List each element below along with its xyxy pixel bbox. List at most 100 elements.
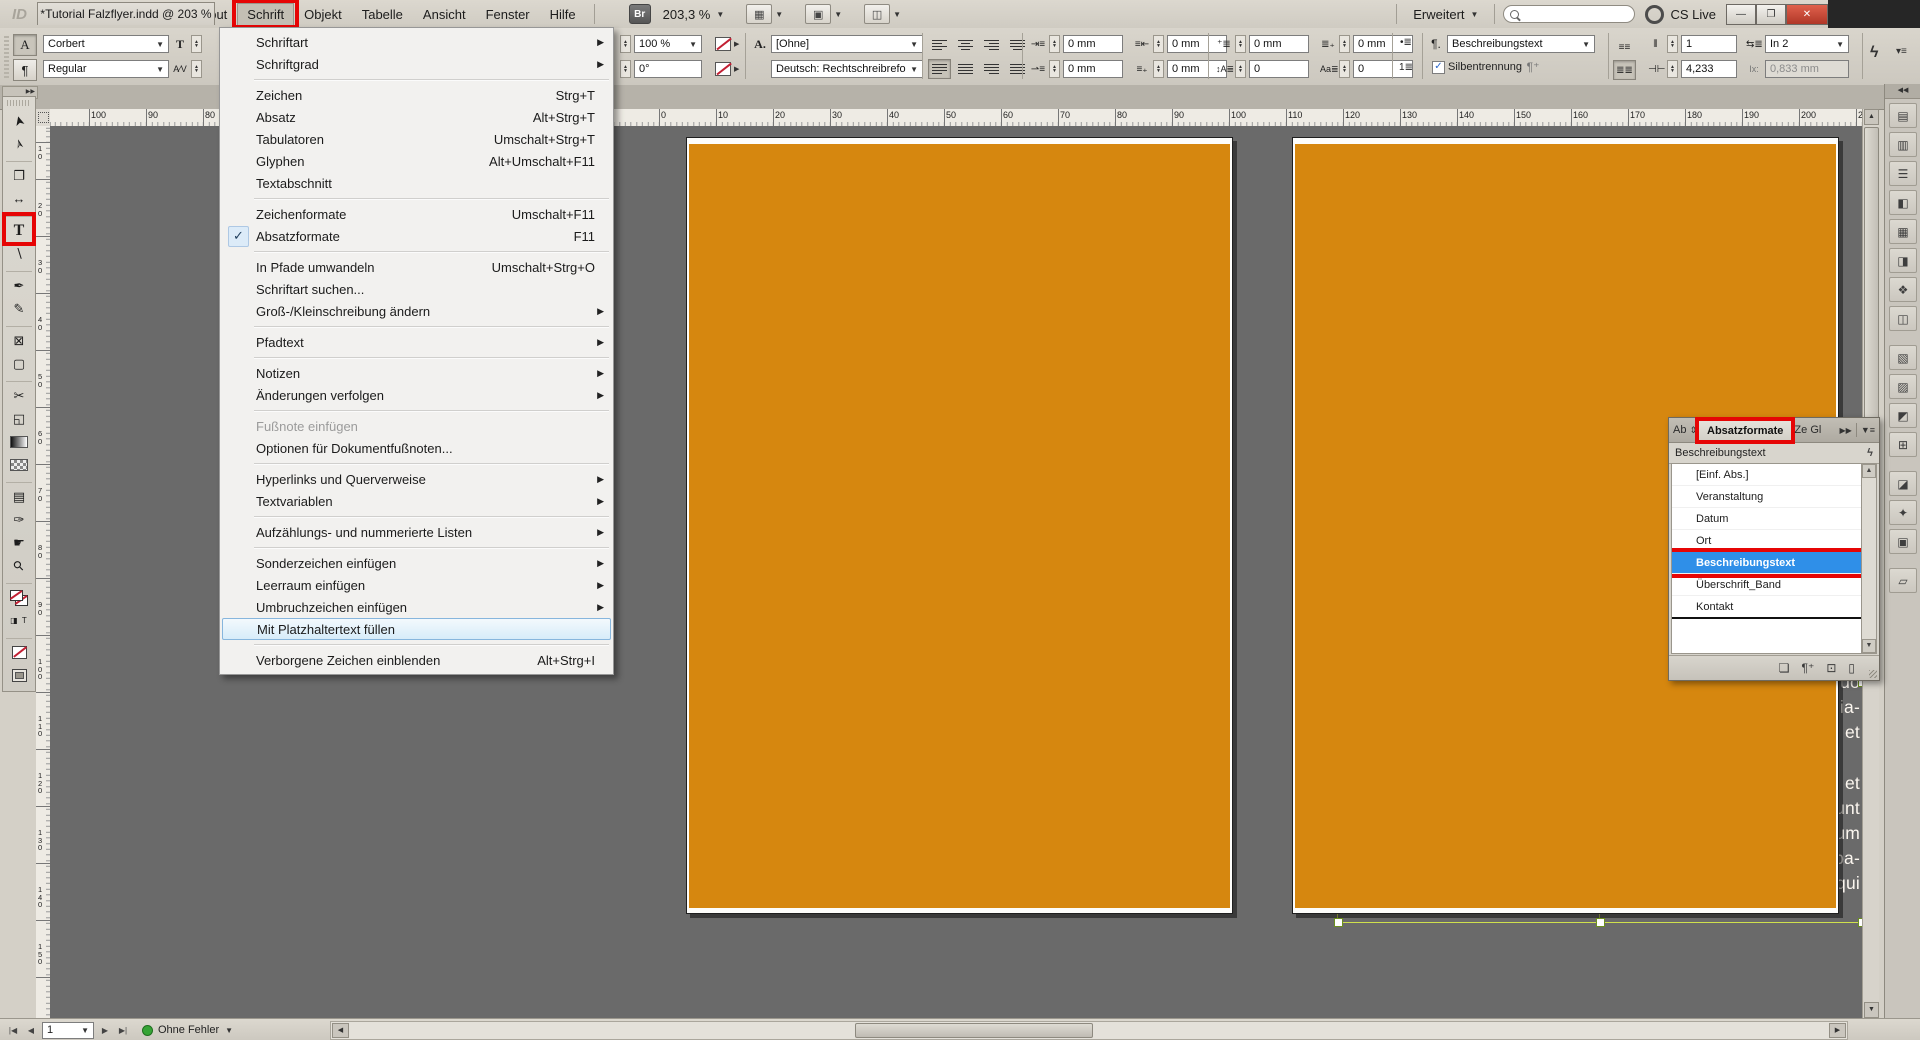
menubar-item-schrift[interactable]: Schrift xyxy=(237,3,294,26)
space-before-stepper[interactable]: ▲▼ xyxy=(1235,35,1246,53)
dropcap-chars-stepper[interactable]: ▲▼ xyxy=(1339,60,1350,78)
menu-item[interactable]: Aufzählungs- und nummerierte Listen▶ xyxy=(222,521,611,543)
zoom-level-dropdown[interactable]: 203,3 % ▼ xyxy=(663,7,725,22)
panel-grip[interactable] xyxy=(4,34,9,78)
gap-tool[interactable]: ↔ xyxy=(6,187,32,210)
indent-left-field[interactable]: 0 mm xyxy=(1063,35,1123,53)
menu-item[interactable]: Textabschnitt xyxy=(222,172,611,194)
flyout-arrow-icon[interactable]: ▶ xyxy=(734,40,739,48)
last-page-button[interactable]: ▶| xyxy=(114,1021,132,1039)
align-center-button[interactable] xyxy=(954,35,977,55)
expand-dock-icon[interactable]: ◀◀ xyxy=(1885,84,1920,99)
menu-item[interactable]: Sonderzeichen einfügen▶ xyxy=(222,552,611,574)
span-columns-select[interactable]: In 2 ▼ xyxy=(1765,35,1849,53)
scroll-up-icon[interactable]: ▲ xyxy=(1862,464,1876,478)
next-page-button[interactable]: ▶ xyxy=(96,1021,114,1039)
frame-handle[interactable] xyxy=(1596,918,1605,927)
zoom-tool[interactable]: ⚲ xyxy=(6,554,32,577)
resize-grip[interactable] xyxy=(1869,670,1877,678)
paragraph-style-select[interactable]: Beschreibungstext ▼ xyxy=(1447,35,1595,53)
restore-button[interactable]: ❐ xyxy=(1756,4,1786,25)
delete-style-icon[interactable]: ▯ xyxy=(1848,661,1855,675)
close-button[interactable]: ✕ xyxy=(1786,4,1828,25)
type-tool[interactable]: T xyxy=(6,216,32,242)
menu-item[interactable]: Notizen▶ xyxy=(222,362,611,384)
apply-none-button[interactable] xyxy=(6,638,32,664)
page-number-field[interactable]: 1 ▼ xyxy=(42,1022,94,1039)
vertical-scale-field[interactable]: 100 % ▼ xyxy=(634,35,702,53)
frame-handle[interactable] xyxy=(1334,918,1343,927)
bullet-list-button[interactable]: •≣ xyxy=(1398,37,1414,48)
formatting-affects-toggle[interactable]: ◨ T xyxy=(6,609,32,632)
language-select[interactable]: Deutsch: Rechtschreibreform ▼ xyxy=(771,60,923,78)
skew-field[interactable]: 0° xyxy=(634,60,702,78)
clear-overrides-icon[interactable]: ¶⁺ xyxy=(1802,661,1815,675)
ruler-origin[interactable] xyxy=(36,109,51,127)
columns-stepper[interactable]: ▲▼ xyxy=(1667,35,1678,53)
font-style-select[interactable]: Regular ▼ xyxy=(43,60,169,78)
quick-apply-icon[interactable]: ϟ xyxy=(1870,44,1878,62)
hand-tool[interactable]: ☛ xyxy=(6,531,32,554)
numbered-list-button[interactable]: 1≣ xyxy=(1398,62,1414,73)
scroll-right-icon[interactable]: ▶ xyxy=(1829,1023,1846,1038)
menu-item[interactable]: Schriftgrad▶ xyxy=(222,53,611,75)
panel-tabs-partial-right[interactable]: Ze Gl xyxy=(1792,424,1823,436)
menu-item[interactable]: Mit Platzhaltertext füllen xyxy=(222,618,611,640)
paragraph-formatting-button[interactable]: ¶ xyxy=(13,59,37,81)
first-page-button[interactable]: |◀ xyxy=(4,1021,22,1039)
panel-menu-icon[interactable]: ▾≡ xyxy=(1896,46,1907,57)
indent-right-stepper[interactable]: ▲▼ xyxy=(1153,35,1164,53)
dock-icon-object-styles[interactable]: ◫ xyxy=(1889,306,1917,331)
arrange-documents-dropdown[interactable]: ◫ ▼ xyxy=(864,4,901,24)
panel-tab-partial[interactable]: Ab xyxy=(1671,424,1688,436)
menu-item[interactable]: Schriftart suchen... xyxy=(222,278,611,300)
character-formatting-button[interactable]: A xyxy=(13,34,37,56)
dock-icon-gradient[interactable]: ◨ xyxy=(1889,248,1917,273)
vertical-scroll-thumb[interactable] xyxy=(1864,127,1879,459)
menu-item[interactable]: Optionen für Dokumentfußnoten... xyxy=(222,437,611,459)
dock-icon-info[interactable]: ▱ xyxy=(1889,568,1917,593)
space-after-stepper[interactable]: ▲▼ xyxy=(1339,35,1350,53)
screen-mode-button[interactable] xyxy=(6,664,32,687)
note-tool[interactable]: ▤ xyxy=(6,482,32,508)
menu-item[interactable]: TabulatorenUmschalt+Strg+T xyxy=(222,128,611,150)
space-before-field[interactable]: 0 mm xyxy=(1249,35,1309,53)
dock-icon-pages[interactable]: ▤ xyxy=(1889,103,1917,128)
gutter-field[interactable]: 4,233 xyxy=(1681,60,1737,78)
hyphenate-checkbox[interactable]: ✓ xyxy=(1432,61,1445,74)
dock-icon-pathfinder[interactable]: ▣ xyxy=(1889,529,1917,554)
menu-item[interactable]: AbsatzAlt+Strg+T xyxy=(222,106,611,128)
search-input[interactable] xyxy=(1503,5,1635,23)
bridge-button[interactable]: Br xyxy=(629,4,651,24)
create-style-icon[interactable]: ⊡ xyxy=(1826,661,1836,675)
indent-first-field[interactable]: 0 mm xyxy=(1063,60,1123,78)
character-style-select[interactable]: [Ohne] ▼ xyxy=(771,35,923,53)
style-row-datum[interactable]: Datum xyxy=(1672,508,1861,530)
new-style-group-icon[interactable]: ❏ xyxy=(1779,661,1790,675)
justify-last-right-button[interactable] xyxy=(980,59,1003,79)
skew-stepper[interactable]: ▲▼ xyxy=(620,60,631,78)
font-family-select[interactable]: Corbert ▼ xyxy=(43,35,169,53)
menu-item[interactable]: ZeichenStrg+T xyxy=(222,84,611,106)
gradient-feather-tool[interactable] xyxy=(6,453,32,476)
dock-icon-swatches[interactable]: ▦ xyxy=(1889,219,1917,244)
tools-panel-grip[interactable] xyxy=(7,100,31,106)
justify-last-left-button[interactable] xyxy=(928,59,951,79)
menu-item[interactable]: GlyphenAlt+Umschalt+F11 xyxy=(222,150,611,172)
menu-item[interactable]: ZeichenformateUmschalt+F11 xyxy=(222,203,611,225)
menubar-item-tabelle[interactable]: Tabelle xyxy=(352,3,413,26)
dock-icon-effects[interactable]: ❖ xyxy=(1889,277,1917,302)
dock-icon-glyphs[interactable]: ⊞ xyxy=(1889,432,1917,457)
eyedropper-tool[interactable]: ✑ xyxy=(6,508,32,531)
style-row--berschrift-band[interactable]: Überschrift_Band xyxy=(1672,574,1861,596)
horizontal-scrollbar[interactable]: ◀ ▶ xyxy=(330,1021,1848,1040)
styles-scrollbar[interactable]: ▲ ▼ xyxy=(1861,463,1877,654)
menubar-item-ansicht[interactable]: Ansicht xyxy=(413,3,476,26)
horizontal-scroll-thumb[interactable] xyxy=(855,1023,1093,1038)
menu-item[interactable]: Verborgene Zeichen einblendenAlt+Strg+I xyxy=(222,649,611,671)
fill-stroke-swatches[interactable] xyxy=(6,583,32,609)
dock-icon-stroke[interactable]: ☰ xyxy=(1889,161,1917,186)
justify-all-button[interactable] xyxy=(1006,59,1029,79)
page-1[interactable]: Caesed et expliae derion coreet landanti… xyxy=(686,137,1233,914)
document-tab[interactable]: *Tutorial Falzflyer.indd @ 203 % xyxy=(37,2,215,25)
